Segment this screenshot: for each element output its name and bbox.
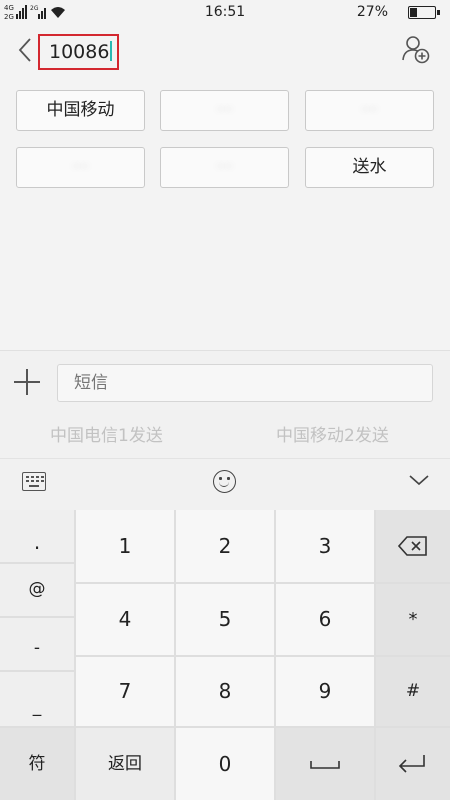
emoji-icon[interactable] bbox=[213, 470, 236, 493]
key-underscore[interactable]: _ bbox=[0, 672, 74, 726]
return-key[interactable]: 返回 bbox=[76, 728, 174, 800]
key-7[interactable]: 7 bbox=[76, 657, 174, 726]
key-hyphen[interactable]: - bbox=[0, 618, 74, 670]
recipient-number: 10086 bbox=[49, 41, 110, 63]
recipient-field[interactable]: 10086 bbox=[38, 34, 119, 70]
key-5[interactable]: 5 bbox=[176, 584, 274, 655]
key-1[interactable]: 1 bbox=[76, 510, 174, 582]
key-9[interactable]: 9 bbox=[276, 657, 374, 726]
symbols-key[interactable]: 符 bbox=[0, 728, 74, 800]
key-period[interactable]: . bbox=[0, 510, 74, 562]
enter-key[interactable] bbox=[376, 728, 450, 800]
status-bar: 4G 2G 2G 16:51 27% bbox=[0, 0, 450, 24]
battery-percent: 27% bbox=[356, 4, 388, 20]
numeric-keypad: . @ - _ 1 2 3 4 5 6 * 7 8 9 # 符 返回 0 bbox=[0, 510, 450, 800]
keyboard-toolbar bbox=[0, 458, 450, 510]
chevron-left-icon[interactable] bbox=[14, 36, 38, 64]
chip-blurred[interactable]: ··· bbox=[160, 90, 289, 131]
space-key[interactable] bbox=[276, 728, 374, 800]
key-2[interactable]: 2 bbox=[176, 510, 274, 582]
compose-header: 10086 bbox=[0, 24, 450, 80]
space-icon bbox=[310, 761, 340, 769]
key-at[interactable]: @ bbox=[0, 564, 74, 616]
enter-icon bbox=[398, 755, 425, 773]
text-cursor bbox=[110, 41, 113, 61]
send-sim1-button[interactable]: 中国电信1发送 bbox=[50, 421, 163, 446]
chip-blurred[interactable]: ··· bbox=[16, 147, 145, 188]
send-sim2-button[interactable]: 中国移动2发送 bbox=[276, 421, 389, 446]
chip-china-mobile[interactable]: 中国移动 bbox=[16, 90, 145, 131]
key-asterisk[interactable]: * bbox=[376, 584, 450, 655]
key-0[interactable]: 0 bbox=[176, 728, 274, 800]
battery-icon bbox=[408, 6, 440, 19]
compose-bar: 中国电信1发送 中国移动2发送 bbox=[0, 351, 450, 458]
collapse-icon[interactable] bbox=[408, 473, 430, 487]
backspace-key[interactable] bbox=[376, 510, 450, 582]
key-6[interactable]: 6 bbox=[276, 584, 374, 655]
backspace-icon bbox=[398, 536, 427, 556]
add-attachment-icon[interactable] bbox=[14, 369, 40, 395]
key-hash[interactable]: # bbox=[376, 657, 450, 726]
key-4[interactable]: 4 bbox=[76, 584, 174, 655]
chip-blurred[interactable]: ··· bbox=[160, 147, 289, 188]
keyboard-icon[interactable] bbox=[22, 472, 46, 491]
add-contact-icon[interactable] bbox=[402, 34, 430, 64]
chip-water-delivery[interactable]: 送水 bbox=[305, 147, 434, 188]
key-3[interactable]: 3 bbox=[276, 510, 374, 582]
message-input[interactable] bbox=[57, 364, 433, 402]
chip-blurred[interactable]: ··· bbox=[305, 90, 434, 131]
key-8[interactable]: 8 bbox=[176, 657, 274, 726]
